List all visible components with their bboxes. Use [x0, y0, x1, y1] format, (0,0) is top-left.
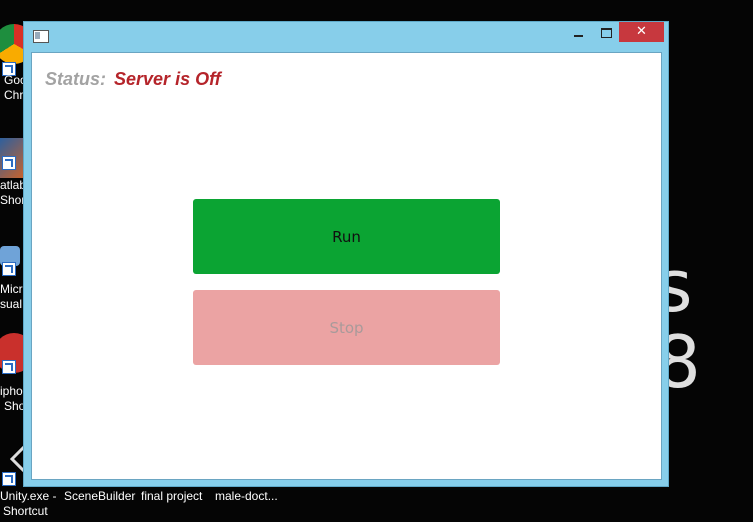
close-icon: ✕ — [636, 24, 647, 39]
app-window-icon — [33, 30, 49, 43]
window-content: Status: Server is Off Run Stop — [31, 52, 662, 480]
run-button-label: Run — [332, 227, 361, 246]
status-label: Status: — [45, 69, 107, 89]
close-button[interactable]: ✕ — [619, 22, 664, 42]
maximize-button[interactable] — [592, 22, 620, 42]
app-window: ✕ Status: Server is Off Run Stop — [23, 21, 669, 487]
title-bar[interactable]: ✕ — [24, 22, 668, 52]
taskbar-label-male-doct[interactable]: male-doct... — [215, 489, 278, 503]
taskbar-label-scenebuilder[interactable]: SceneBuilder — [64, 489, 135, 503]
desktop-icon-label: ipho Sho — [0, 384, 26, 413]
shortcut-arrow-icon — [2, 472, 16, 486]
shortcut-arrow-icon — [2, 262, 16, 276]
maximize-icon — [600, 27, 612, 38]
minimize-button[interactable] — [564, 22, 592, 42]
taskbar-label-final-project[interactable]: final project — [141, 489, 202, 503]
minimize-icon — [573, 34, 583, 37]
shortcut-arrow-icon — [2, 360, 16, 374]
status-row: Status: Server is Off — [45, 69, 221, 90]
shortcut-arrow-icon — [2, 156, 16, 170]
status-value: Server is Off — [114, 69, 221, 89]
desktop-icon-label: Unity.exe - Shortcut — [0, 489, 57, 518]
run-button[interactable]: Run — [193, 199, 500, 274]
stop-button[interactable]: Stop — [193, 290, 500, 365]
wallpaper-logo-text: s 8 — [655, 244, 719, 404]
stop-button-label: Stop — [329, 318, 364, 337]
